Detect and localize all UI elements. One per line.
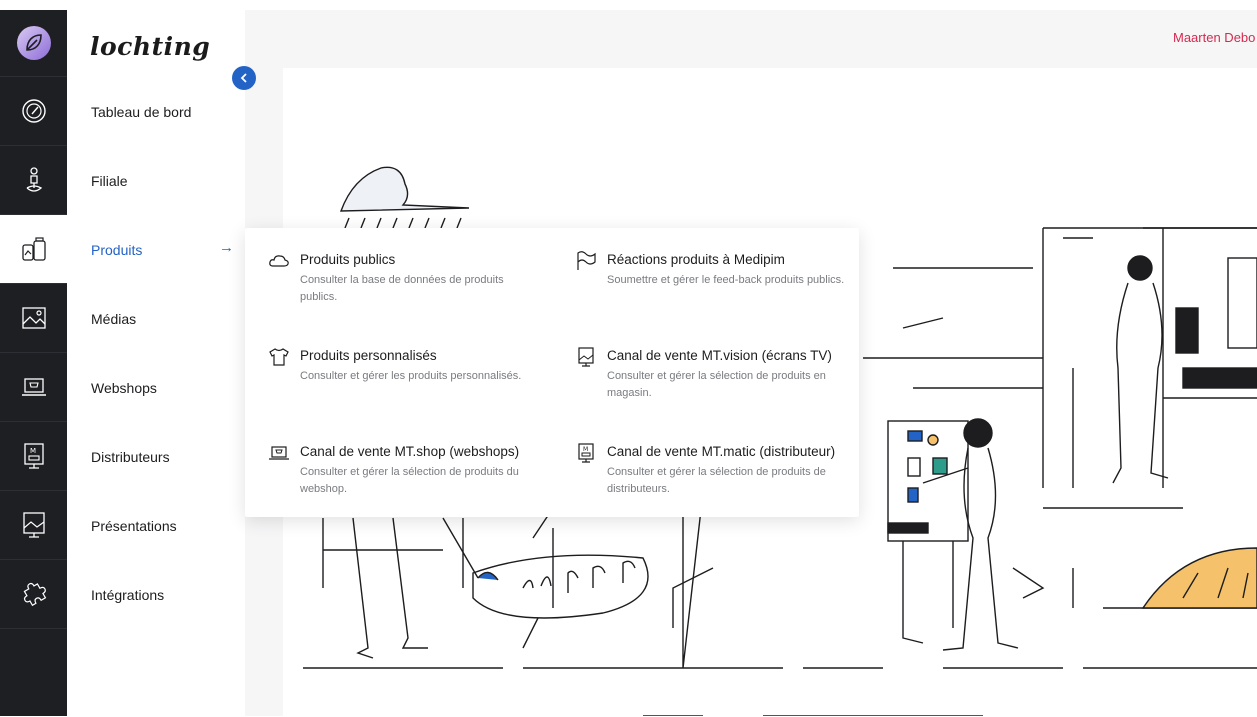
menu-item-title: Canal de vente MT.matic (distributeur) xyxy=(607,444,836,459)
menu-item-description: Consulter et gérer la sélection de produ… xyxy=(607,466,826,495)
integrations-icon xyxy=(23,582,46,607)
user-name[interactable]: Maarten Debo xyxy=(1173,30,1257,45)
distributor-icon: M xyxy=(23,443,44,469)
nav-item-integrations[interactable]: Intégrations xyxy=(91,561,241,629)
presentation-icon xyxy=(22,512,45,538)
rail-webshop[interactable] xyxy=(0,352,67,421)
products-icon xyxy=(21,237,46,261)
rail-distributor[interactable]: M xyxy=(0,421,67,490)
svg-text:M: M xyxy=(30,447,36,455)
menu-item-title: Canal de vente MT.vision (écrans TV) xyxy=(607,348,832,363)
media-icon xyxy=(21,307,46,329)
chevron-left-icon xyxy=(240,73,247,83)
menu-item-title: Produits personnalisés xyxy=(300,348,437,363)
menu-item-description: Consulter et gérer les produits personna… xyxy=(300,370,522,382)
sidebar: lochting Tableau de bord Filiale Produit… xyxy=(67,10,245,716)
svg-text:M: M xyxy=(583,446,588,453)
laptop-cart-icon xyxy=(268,442,290,464)
nav-item-media[interactable]: Médias xyxy=(91,285,241,353)
rail-dashboard[interactable] xyxy=(0,76,67,145)
leaf-logo-icon xyxy=(16,26,51,60)
top-bar: Maarten Debo xyxy=(245,10,1257,68)
nav-item-presentations[interactable]: Présentations xyxy=(91,492,241,560)
app-logo[interactable] xyxy=(0,10,67,76)
rail-presentation[interactable] xyxy=(0,490,67,559)
nav-item-store[interactable]: Filiale xyxy=(91,147,241,215)
rail-empty xyxy=(0,628,67,717)
nav-item-dashboard[interactable]: Tableau de bord xyxy=(91,78,241,146)
products-dropdown-menu: Produits publics Consulter la base de do… xyxy=(245,228,859,517)
nav-item-webshops[interactable]: Webshops xyxy=(91,354,241,422)
menu-item-title: Canal de vente MT.shop (webshops) xyxy=(300,444,520,459)
tshirt-icon xyxy=(268,346,290,368)
brand-logo[interactable]: lochting xyxy=(90,32,210,61)
webshop-icon xyxy=(21,378,46,396)
menu-item-description: Consulter la base de données de produits… xyxy=(300,274,504,303)
rail-media[interactable] xyxy=(0,283,67,352)
menu-item-description: Soumettre et gérer le feed-back produits… xyxy=(607,274,845,286)
menu-item-description: Consulter et gérer la sélection de produ… xyxy=(300,466,519,495)
arrow-right-icon: → xyxy=(219,239,234,256)
tv-screen-icon xyxy=(575,346,597,368)
menu-item-description: Consulter et gérer la sélection de produ… xyxy=(607,370,826,399)
menu-item-title: Produits publics xyxy=(300,252,396,267)
dashboard-icon xyxy=(21,99,46,123)
store-icon xyxy=(26,167,42,192)
collapse-sidebar-button[interactable] xyxy=(232,66,256,90)
rail-products[interactable] xyxy=(0,214,67,283)
icon-rail: M xyxy=(0,10,67,716)
vending-machine-icon: M xyxy=(575,442,597,464)
rail-integrations[interactable] xyxy=(0,559,67,628)
menu-item-title: Réactions produits à Medipim xyxy=(607,252,785,267)
nav-item-distributors[interactable]: Distributeurs xyxy=(91,423,241,491)
rail-store[interactable] xyxy=(0,145,67,214)
cloud-icon xyxy=(268,250,290,272)
flag-icon xyxy=(575,250,597,272)
